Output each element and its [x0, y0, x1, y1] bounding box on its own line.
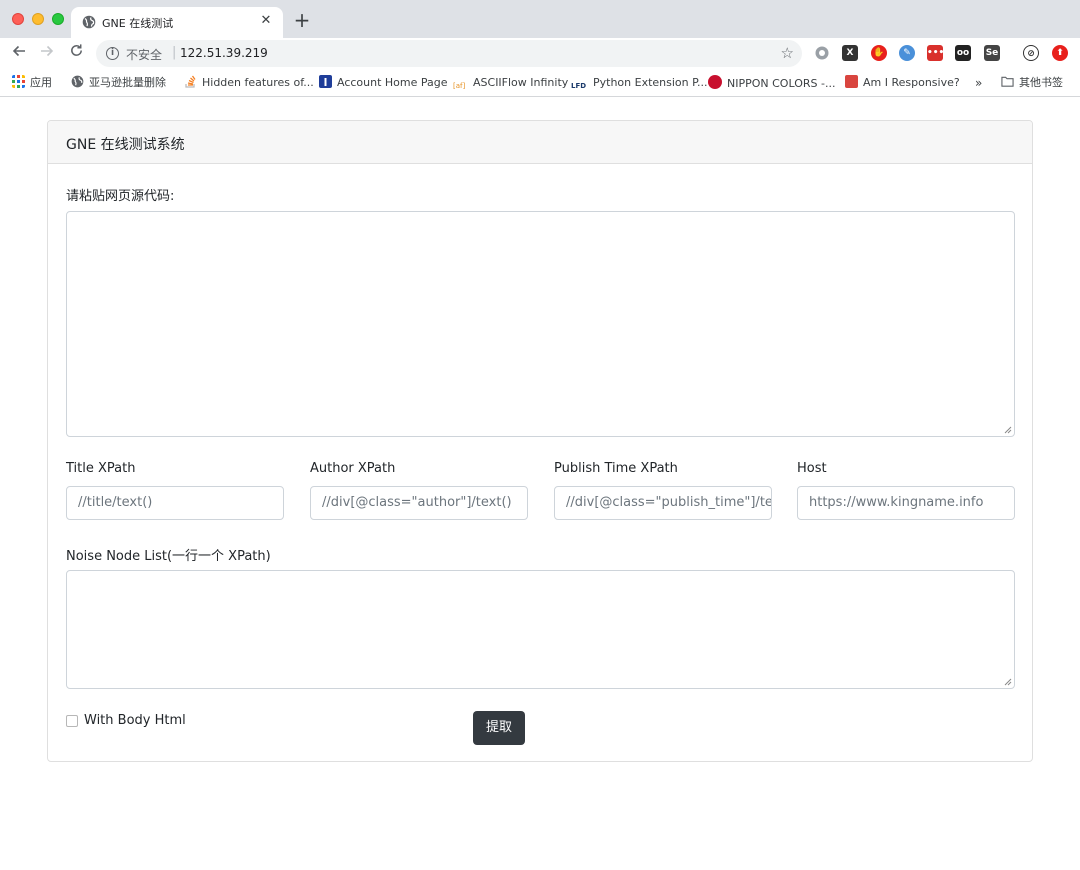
- url-separator: |: [172, 45, 177, 60]
- bookmark-label: ASCIIFlow Infinity: [473, 76, 569, 89]
- html-source-label: 请粘贴网页源代码:: [66, 189, 175, 204]
- card-title: GNE 在线测试系统: [66, 137, 185, 153]
- bookmark-nippon-colors[interactable]: NIPPON COLORS -...: [708, 75, 835, 91]
- bookmark-label: Account Home Page: [337, 76, 448, 89]
- maximize-window-button[interactable]: [52, 13, 64, 25]
- host-label: Host: [797, 461, 827, 476]
- apps-grid-icon: [12, 75, 25, 88]
- resize-grip-icon[interactable]: [1004, 678, 1012, 686]
- forward-arrow-icon[interactable]: [37, 43, 57, 63]
- new-tab-button[interactable]: +: [292, 10, 312, 30]
- publish-time-xpath-placeholder: //div[@class="publish_time"]/text(): [566, 495, 772, 510]
- with-body-html-checkbox[interactable]: [66, 715, 78, 727]
- browser-tab[interactable]: GNE 在线测试 ✕: [71, 7, 283, 38]
- extract-button[interactable]: 提取: [473, 711, 525, 745]
- bookmark-overflow-button[interactable]: »: [975, 75, 982, 91]
- asciiflow-icon: [af]: [453, 82, 466, 90]
- bookmark-asciiflow[interactable]: [af] ASCIIFlow Infinity: [453, 75, 568, 91]
- with-body-html-label[interactable]: With Body Html: [84, 713, 186, 728]
- title-xpath-input[interactable]: //title/text(): [66, 486, 284, 520]
- bookmark-amazon-delete[interactable]: 亚马逊批量删除: [71, 75, 166, 91]
- extension-compass-icon[interactable]: ⊘: [1023, 45, 1039, 61]
- reload-icon[interactable]: [66, 43, 86, 63]
- nippon-icon: [708, 75, 722, 89]
- close-window-button[interactable]: [12, 13, 24, 25]
- bookmark-star-icon[interactable]: ☆: [781, 44, 794, 62]
- author-xpath-placeholder: //div[@class="author"]/text(): [322, 495, 512, 510]
- host-placeholder: https://www.kingname.info: [809, 495, 984, 510]
- bookmark-label: 其他书签: [1019, 76, 1063, 89]
- extension-x-icon[interactable]: X: [842, 45, 858, 61]
- test-form-card: GNE 在线测试系统 请粘贴网页源代码: Title XPath //title…: [47, 120, 1033, 762]
- bookmark-hidden-features[interactable]: Hidden features of...: [184, 75, 314, 91]
- back-arrow-icon[interactable]: [9, 43, 29, 63]
- bookmarks-bar: 应用 亚马逊批量删除 Hidden features of... Account…: [0, 68, 1080, 97]
- publish-time-xpath-input[interactable]: //div[@class="publish_time"]/text(): [554, 486, 772, 520]
- bookmark-am-i-responsive[interactable]: Am I Responsive?: [845, 75, 960, 91]
- html-source-textarea[interactable]: [66, 211, 1015, 437]
- resize-grip-icon[interactable]: [1004, 426, 1012, 434]
- responsive-icon: [845, 75, 858, 88]
- extension-up-icon[interactable]: ⬆: [1052, 45, 1068, 61]
- title-xpath-placeholder: //title/text(): [78, 495, 153, 510]
- card-header: GNE 在线测试系统: [48, 121, 1032, 164]
- info-icon[interactable]: i: [106, 47, 119, 60]
- extension-selenium-icon[interactable]: Se: [984, 45, 1000, 61]
- bookmark-label: Am I Responsive?: [863, 76, 960, 89]
- host-input[interactable]: https://www.kingname.info: [797, 486, 1015, 520]
- bookmark-python-extension[interactable]: LFD Python Extension P...: [571, 75, 708, 91]
- extension-circle-icon[interactable]: [814, 45, 830, 61]
- tab-strip: GNE 在线测试 ✕ +: [0, 0, 1080, 38]
- stackoverflow-icon: [185, 75, 196, 88]
- extension-hand-icon[interactable]: ✋: [871, 45, 887, 61]
- bookmark-apps[interactable]: 应用: [12, 75, 52, 91]
- minimize-window-button[interactable]: [32, 13, 44, 25]
- extension-dots-icon[interactable]: •••: [927, 45, 944, 61]
- globe-icon: [71, 75, 84, 88]
- tab-title: GNE 在线测试: [102, 17, 174, 30]
- url-text[interactable]: 122.51.39.219: [180, 46, 268, 60]
- bookmark-label: Hidden features of...: [202, 76, 314, 89]
- bookmark-label: NIPPON COLORS -...: [727, 77, 836, 90]
- bookmark-label: Python Extension P...: [593, 76, 708, 89]
- bookmark-account-home[interactable]: Account Home Page: [319, 75, 448, 91]
- extension-pen-icon[interactable]: ✎: [899, 45, 915, 61]
- bookmark-other-folder[interactable]: 其他书签: [1001, 75, 1063, 91]
- insecure-label: 不安全: [126, 48, 163, 62]
- bookmark-label: 亚马逊批量删除: [89, 76, 166, 89]
- bookmark-label: 应用: [30, 76, 52, 89]
- folder-icon: [1001, 76, 1014, 87]
- account-icon: [319, 75, 332, 88]
- browser-toolbar: i 不安全 | 122.51.39.219 ☆: [0, 38, 1080, 68]
- tab-close-icon[interactable]: ✕: [257, 12, 275, 30]
- author-xpath-input[interactable]: //div[@class="author"]/text(): [310, 486, 528, 520]
- publish-time-xpath-label: Publish Time XPath: [554, 461, 678, 476]
- lfd-icon: LFD: [571, 82, 587, 90]
- extension-glasses-icon[interactable]: oo: [955, 45, 971, 61]
- title-xpath-label: Title XPath: [66, 461, 136, 476]
- globe-icon: [82, 15, 96, 29]
- noise-node-label: Noise Node List(一行一个 XPath): [66, 549, 271, 564]
- noise-node-textarea[interactable]: [66, 570, 1015, 689]
- address-bar[interactable]: i 不安全 | 122.51.39.219 ☆: [96, 40, 802, 67]
- author-xpath-label: Author XPath: [310, 461, 396, 476]
